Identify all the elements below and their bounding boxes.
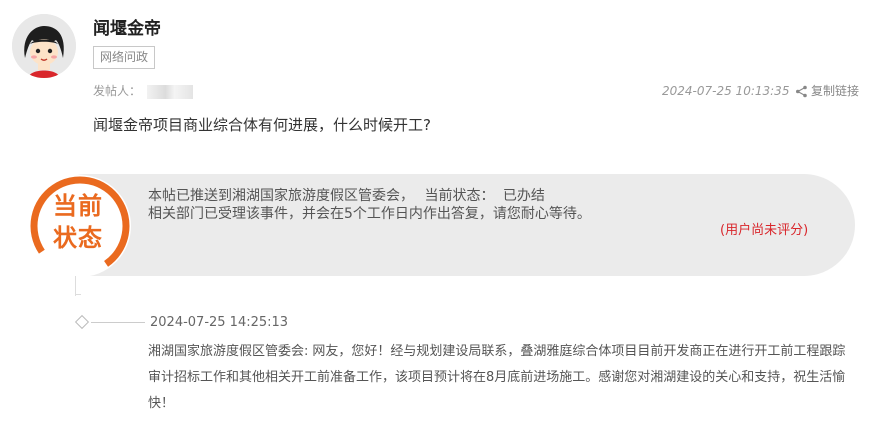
copy-link-label: 复制链接 xyxy=(811,84,860,98)
status-badge-line2: 状态 xyxy=(53,224,103,252)
reply-timestamp: 2024-07-25 14:25:13 xyxy=(150,315,289,330)
timeline-tick xyxy=(75,294,81,295)
reply-content: 湘湖国家旅游度假区管委会: 网友，您好！经与规划建设局联系，叠湖雅庭综合体项目目前… xyxy=(148,339,853,417)
status-value: 已办结 xyxy=(502,188,545,204)
cartoon-avatar-icon xyxy=(12,14,76,78)
timeline-line xyxy=(91,322,145,323)
category-tag[interactable]: 网络问政 xyxy=(93,46,156,69)
timeline-connector xyxy=(75,276,76,296)
status-badge-line1: 当前 xyxy=(53,192,103,220)
diamond-icon xyxy=(74,314,90,330)
status-accepted-line: 相关部门已受理该事件，并会在5个工作日内作出答复，请您耐心等待。 xyxy=(148,206,591,222)
forward-text: 本帖已推送到湘湖国家旅游度假区管委会， xyxy=(148,188,414,204)
post-question: 闻堰金帝项目商业综合体有何进展，什么时候开工? xyxy=(93,116,431,134)
status-label: 当前状态： xyxy=(424,188,495,204)
post-timestamp: 2024-07-25 10:13:35 xyxy=(662,84,790,98)
copy-link-button[interactable]: 复制链接 xyxy=(795,82,859,100)
user-rating-status: (用户尚未评分) xyxy=(720,223,809,238)
poster-label: 发帖人： xyxy=(93,84,142,98)
status-badge: 当前 状态 xyxy=(28,190,128,254)
share-icon xyxy=(796,85,807,97)
post-title: 闻堰金帝 xyxy=(93,19,161,39)
status-forward-line: 本帖已推送到湘湖国家旅游度假区管委会， 当前状态： 已办结 xyxy=(148,187,545,205)
avatar[interactable] xyxy=(12,14,76,78)
reply-department: 湘湖国家旅游度假区管委会: xyxy=(148,344,309,359)
poster-name-redacted xyxy=(147,84,194,99)
poster-info: 发帖人： xyxy=(93,82,194,100)
